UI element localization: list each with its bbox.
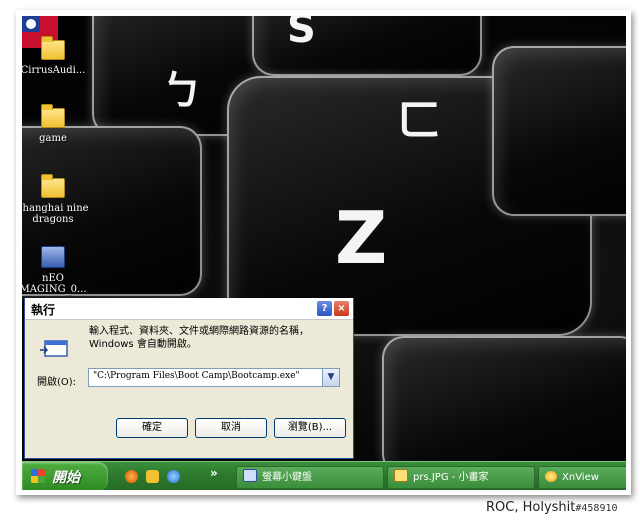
- folder-icon: [41, 104, 65, 128]
- desktop-icon-shanghai[interactable]: shanghai nine dragons: [22, 174, 98, 225]
- folder-icon: [41, 174, 65, 198]
- open-input[interactable]: "C:\Program Files\Boot Camp\Bootcamp.exe…: [93, 371, 300, 381]
- dialog-titlebar[interactable]: 執行 ? ×: [25, 298, 353, 320]
- wallpaper-key-bottom: [382, 336, 626, 461]
- wallpaper-key-s: S: [252, 16, 482, 76]
- key-legend-b: ㄅ: [162, 68, 202, 114]
- folder-icon: [41, 36, 65, 60]
- cancel-button[interactable]: 取消: [195, 418, 267, 438]
- start-button[interactable]: 開始: [22, 462, 108, 490]
- key-legend-f: ㄈ: [397, 95, 441, 146]
- open-combobox[interactable]: "C:\Program Files\Boot Camp\Bootcamp.exe…: [88, 368, 340, 387]
- dialog-description: 輸入程式、資料夾、文件或網際網路資源的名稱，Windows 會自動開啟。: [89, 326, 309, 350]
- key-legend-z: Z: [335, 196, 388, 280]
- paint-icon: [394, 469, 408, 482]
- browser-icon[interactable]: [167, 470, 180, 483]
- app-icon: [41, 246, 65, 268]
- run-dialog: 執行 ? × 輸入程式、資料夾、文件或網際網路資源的名稱，Windows 會自動…: [24, 298, 354, 459]
- taskbar-item-osk[interactable]: 螢幕小鍵盤: [236, 466, 384, 489]
- key-legend-s: S: [287, 16, 316, 52]
- desktop-icon-neo-maging[interactable]: nEO MAGING_0...: [22, 246, 98, 295]
- help-button[interactable]: ?: [316, 300, 333, 317]
- close-button[interactable]: ×: [333, 300, 350, 317]
- folder-icon[interactable]: [146, 470, 159, 483]
- keyboard-icon: [243, 469, 257, 482]
- desktop-icon-cirrusaudi[interactable]: CirrusAudi...: [22, 36, 98, 76]
- xnview-icon: [545, 471, 557, 482]
- windows-logo-icon: [31, 469, 45, 483]
- firefox-icon[interactable]: [125, 470, 138, 483]
- chevron-down-icon[interactable]: ▼: [322, 369, 339, 386]
- run-icon: [40, 340, 68, 357]
- browse-button[interactable]: 瀏覽(B)...: [274, 418, 346, 438]
- open-label: 開啟(O):: [37, 377, 77, 388]
- watermark: ROC, Holyshit#458910: [486, 500, 618, 515]
- dialog-title: 執行: [31, 303, 56, 317]
- quicklaunch-overflow-icon[interactable]: »: [210, 466, 218, 480]
- screen: ㄅ S ㄈ Z CirrusAudi... game shanghai nine…: [22, 16, 626, 490]
- ok-button[interactable]: 確定: [116, 418, 188, 438]
- wallpaper-key-right: [492, 46, 626, 216]
- taskbar: 開始 » 螢幕小鍵盤 prs.JPG - 小畫家 XnView: [22, 461, 626, 490]
- taskbar-item-xnview[interactable]: XnView: [538, 466, 626, 489]
- desktop-icon-game[interactable]: game: [22, 104, 98, 144]
- taskbar-item-paint[interactable]: prs.JPG - 小畫家: [387, 466, 535, 489]
